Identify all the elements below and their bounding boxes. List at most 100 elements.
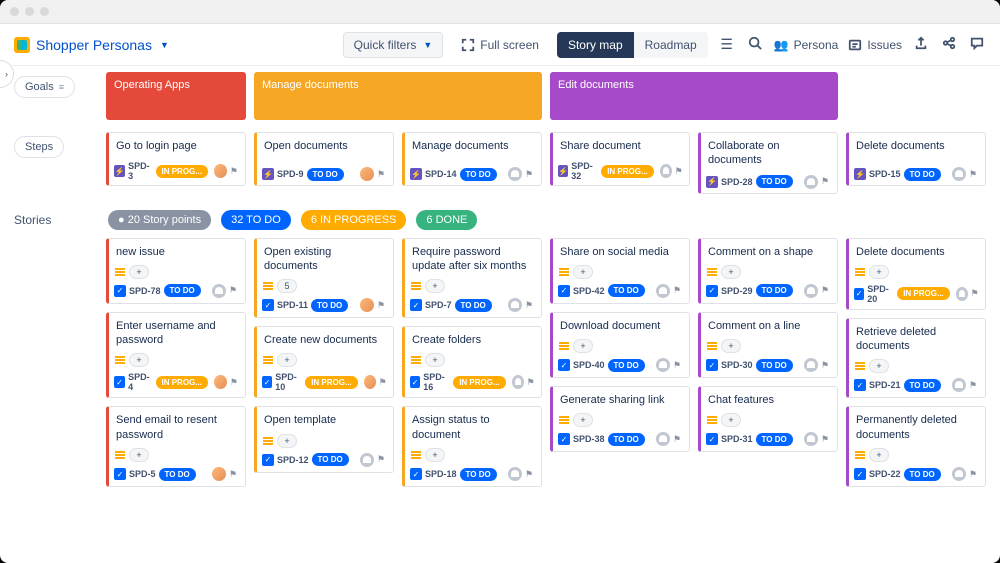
flag-icon[interactable]: ⚑ (377, 454, 388, 465)
story-points-btn[interactable]: + (129, 353, 149, 367)
flag-icon[interactable]: ⚑ (230, 166, 240, 177)
todo-count-pill[interactable]: 32 TO DO (221, 210, 291, 230)
assignee-avatar[interactable] (508, 467, 522, 481)
done-count-pill[interactable]: 6 DONE (416, 210, 477, 230)
assignee-avatar[interactable] (804, 175, 818, 189)
status-pill[interactable]: TO DO (608, 284, 645, 297)
step-card[interactable]: Open documents⚡SPD-9TO DO⚑ (254, 132, 394, 186)
story-points-btn[interactable]: + (129, 265, 149, 279)
flag-icon[interactable]: ⚑ (525, 169, 536, 180)
persona-button[interactable]: 👥 Persona (774, 38, 839, 52)
status-pill[interactable]: IN PROG... (305, 376, 357, 389)
story-card[interactable]: new issue+✓SPD-78TO DO⚑ (106, 238, 246, 304)
story-card[interactable]: Create new documents+✓SPD-10IN PROG...⚑ (254, 326, 394, 398)
step-card[interactable]: Manage documents⚡SPD-14TO DO⚑ (402, 132, 542, 186)
assignee-avatar[interactable] (952, 167, 966, 181)
story-points-btn[interactable]: + (721, 339, 741, 353)
story-points-btn[interactable]: + (425, 279, 445, 293)
story-points-btn[interactable]: + (869, 265, 889, 279)
assignee-avatar[interactable] (656, 432, 670, 446)
assignee-avatar[interactable] (656, 358, 670, 372)
export-icon[interactable] (912, 36, 930, 53)
story-card[interactable]: Retrieve deleted documents+✓SPD-21TO DO⚑ (846, 318, 986, 399)
assignee-avatar[interactable] (360, 167, 374, 181)
goal-card[interactable]: Operating Apps (106, 72, 246, 120)
story-points-btn[interactable]: + (573, 413, 593, 427)
flag-icon[interactable]: ⚑ (229, 469, 240, 480)
assignee-avatar[interactable] (512, 375, 524, 389)
assignee-avatar[interactable] (214, 164, 227, 178)
project-selector[interactable]: Shopper Personas ▼ (14, 37, 169, 53)
assignee-avatar[interactable] (660, 164, 672, 178)
story-points-btn[interactable]: 5 (277, 279, 297, 293)
flag-icon[interactable]: ⚑ (673, 360, 684, 371)
step-card[interactable]: Delete documents⚡SPD-15TO DO⚑ (846, 132, 986, 186)
story-points-btn[interactable]: + (129, 448, 149, 462)
status-pill[interactable]: TO DO (904, 379, 941, 392)
flag-icon[interactable]: ⚑ (525, 300, 536, 311)
step-card[interactable]: Share document⚡SPD-32IN PROG...⚑ (550, 132, 690, 186)
story-card[interactable]: Enter username and password+✓SPD-4IN PRO… (106, 312, 246, 399)
story-points-btn[interactable]: + (425, 448, 445, 462)
story-card[interactable]: Chat features+✓SPD-31TO DO⚑ (698, 386, 838, 452)
flag-icon[interactable]: ⚑ (675, 166, 684, 177)
flag-icon[interactable]: ⚑ (821, 434, 832, 445)
search-icon[interactable] (746, 36, 764, 53)
assignee-avatar[interactable] (804, 358, 818, 372)
assignee-avatar[interactable] (212, 467, 226, 481)
feedback-icon[interactable] (968, 36, 986, 53)
assignee-avatar[interactable] (804, 432, 818, 446)
status-pill[interactable]: TO DO (608, 359, 645, 372)
status-pill[interactable]: TO DO (904, 468, 941, 481)
list-icon[interactable]: ☰ (718, 36, 736, 53)
assignee-avatar[interactable] (212, 284, 226, 298)
status-pill[interactable]: TO DO (756, 284, 793, 297)
assignee-avatar[interactable] (656, 284, 670, 298)
flag-icon[interactable]: ⚑ (377, 169, 388, 180)
assignee-avatar[interactable] (952, 467, 966, 481)
story-card[interactable]: Assign status to document+✓SPD-18TO DO⚑ (402, 406, 542, 487)
story-points-btn[interactable]: + (869, 448, 889, 462)
flag-icon[interactable]: ⚑ (821, 360, 832, 371)
flag-icon[interactable]: ⚑ (525, 469, 536, 480)
story-points-btn[interactable]: + (573, 265, 593, 279)
status-pill[interactable]: TO DO (455, 299, 492, 312)
status-pill[interactable]: IN PROG... (601, 165, 653, 178)
story-points-btn[interactable]: + (277, 434, 297, 448)
story-points-btn[interactable]: + (277, 353, 297, 367)
story-card[interactable]: Permanently deleted documents+✓SPD-22TO … (846, 406, 986, 487)
flag-icon[interactable]: ⚑ (821, 176, 832, 187)
flag-icon[interactable]: ⚑ (821, 285, 832, 296)
roadmap-tab[interactable]: Roadmap (634, 32, 708, 58)
flag-icon[interactable]: ⚑ (969, 380, 980, 391)
assignee-avatar[interactable] (364, 375, 376, 389)
assignee-avatar[interactable] (360, 453, 374, 467)
status-pill[interactable]: TO DO (460, 468, 497, 481)
assignee-avatar[interactable] (508, 167, 522, 181)
status-pill[interactable]: TO DO (756, 433, 793, 446)
story-card[interactable]: Share on social media+✓SPD-42TO DO⚑ (550, 238, 690, 304)
status-pill[interactable]: TO DO (904, 168, 941, 181)
status-pill[interactable]: TO DO (307, 168, 344, 181)
full-screen-button[interactable]: Full screen (453, 33, 547, 57)
story-points-btn[interactable]: + (425, 353, 445, 367)
assignee-avatar[interactable] (804, 284, 818, 298)
status-pill[interactable]: TO DO (312, 453, 349, 466)
status-pill[interactable]: IN PROG... (897, 287, 949, 300)
flag-icon[interactable]: ⚑ (971, 288, 980, 299)
story-card[interactable]: Create folders+✓SPD-16IN PROG...⚑ (402, 326, 542, 398)
story-card[interactable]: Open template+✓SPD-12TO DO⚑ (254, 406, 394, 472)
assignee-avatar[interactable] (360, 298, 374, 312)
status-pill[interactable]: IN PROG... (453, 376, 505, 389)
status-pill[interactable]: TO DO (756, 359, 793, 372)
share-icon[interactable] (940, 36, 958, 53)
story-points-btn[interactable]: + (573, 339, 593, 353)
story-card[interactable]: Require password update after six months… (402, 238, 542, 319)
flag-icon[interactable]: ⚑ (527, 377, 536, 388)
status-pill[interactable]: TO DO (756, 175, 793, 188)
flag-icon[interactable]: ⚑ (230, 377, 240, 388)
status-pill[interactable]: IN PROG... (156, 376, 208, 389)
inprogress-count-pill[interactable]: 6 IN PROGRESS (301, 210, 407, 230)
story-points-btn[interactable]: + (721, 265, 741, 279)
story-map-tab[interactable]: Story map (557, 32, 634, 58)
